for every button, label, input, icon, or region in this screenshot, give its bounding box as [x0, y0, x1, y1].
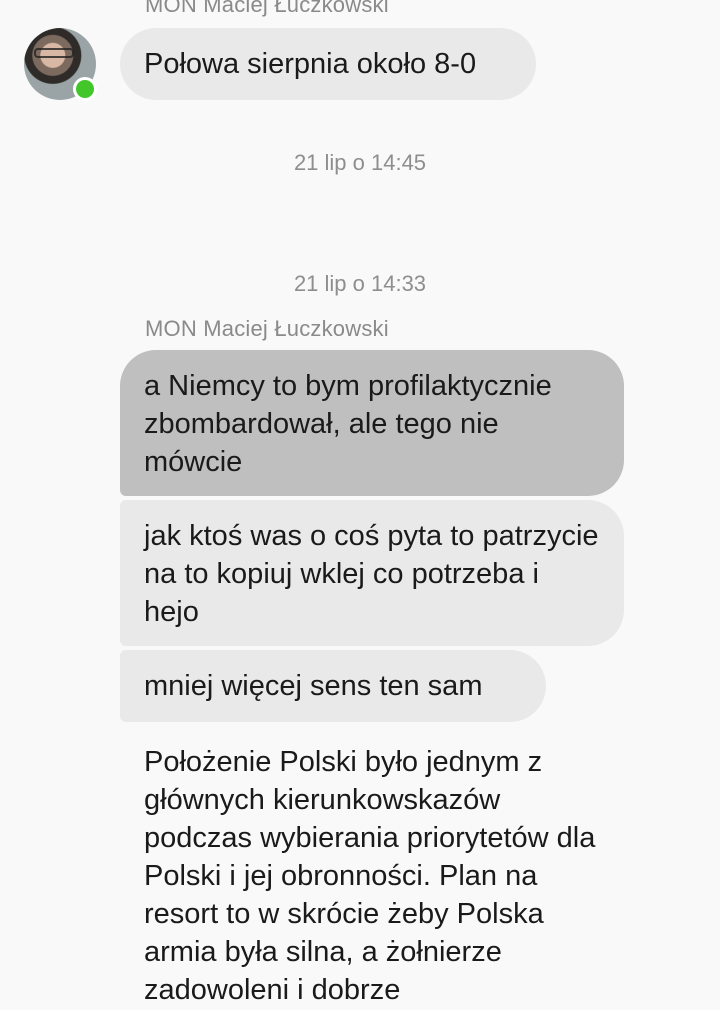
- message-text: Połowa sierpnia około 8-0: [144, 48, 477, 80]
- message-bubble[interactable]: mniej więcej sens ten sam: [120, 650, 546, 722]
- timestamp: 21 lip o 14:45: [293, 150, 427, 175]
- sender-name: MON Maciej Łuczkowski: [145, 316, 389, 341]
- message-bubble[interactable]: jak ktoś was o coś pyta to patrzycie na …: [120, 500, 624, 646]
- message-bubble-selected[interactable]: a Niemcy to bym profilaktycznie zbombard…: [120, 350, 624, 496]
- online-status-icon: [73, 77, 97, 101]
- message-bubble[interactable]: Połowa sierpnia około 8-0: [120, 28, 536, 100]
- message-text: jak ktoś was o coś pyta to patrzycie na …: [144, 520, 599, 628]
- message-text: Położenie Polski było jednym z głównych …: [144, 746, 596, 1006]
- avatar-photo-icon: [34, 48, 74, 58]
- chat-screen: MON Maciej Łuczkowski Połowa sierpnia ok…: [0, 0, 720, 1010]
- sender-name: MON Maciej Łuczkowski: [145, 0, 389, 17]
- message-text: a Niemcy to bym profilaktycznie zbombard…: [144, 370, 552, 478]
- message-text: mniej więcej sens ten sam: [144, 670, 483, 702]
- message-bubble[interactable]: Położenie Polski było jednym z głównych …: [120, 743, 620, 1009]
- timestamp: 21 lip o 14:33: [293, 271, 427, 296]
